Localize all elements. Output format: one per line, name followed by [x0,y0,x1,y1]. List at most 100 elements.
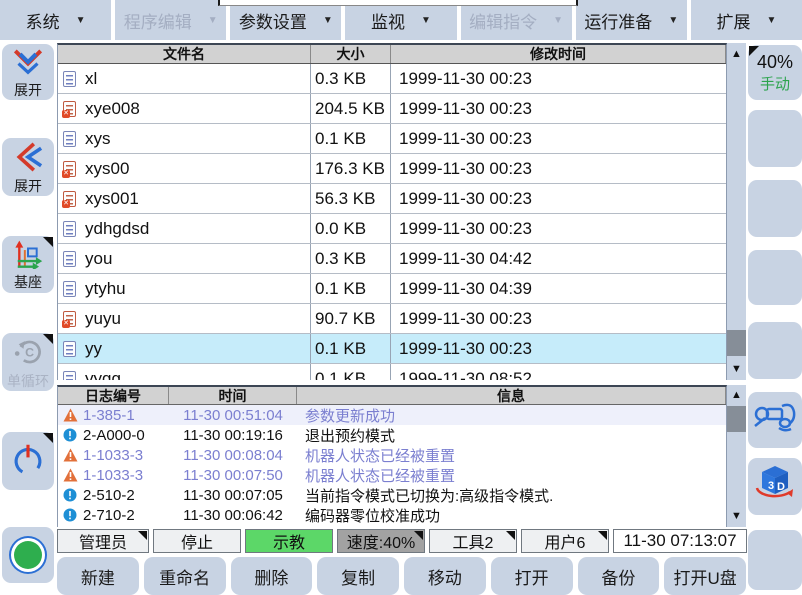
scroll-down-icon[interactable]: ▼ [727,510,746,522]
menu-item-label: 扩展 [716,8,750,33]
expand-down-button[interactable]: 展开 [2,44,54,100]
status-teach-mode[interactable]: 示教 [245,529,333,553]
status-tool-label: 工具2 [453,529,494,553]
file-scrollbar[interactable]: ▲ ▼ [727,43,746,380]
toolbar-button-复制[interactable]: 复制 [317,557,399,595]
corner-marker [598,531,607,540]
log-row[interactable]: 2-510-2 11-30 00:07:05 当前指令模式已切换为:高级指令模式… [58,485,726,505]
log-id: 2-510-2 [83,487,135,504]
toolbar-button-移动[interactable]: 移动 [404,557,486,595]
expand-left-button[interactable]: 展开 [2,138,54,196]
file-doc-icon: ✕ [63,251,76,267]
file-name: xye008 [85,99,140,119]
info-icon [63,428,78,442]
menu-item-参数设置[interactable]: 参数设置 ▼ [230,0,341,40]
toolbar-button-重命名[interactable]: 重命名 [144,557,226,595]
corner-marker [43,433,53,443]
scroll-up-icon[interactable]: ▲ [727,389,746,401]
menu-item-编辑指令[interactable]: 编辑指令 ▼ [461,0,572,40]
log-row[interactable]: 2-710-2 11-30 00:06:42 编码器零位校准成功 [58,505,726,525]
log-table: 日志编号 时间 信息 1-385-1 11-30 00: [57,385,727,527]
file-table-row[interactable]: ✕ xys 0.1 KB 1999-11-30 00:23 [58,124,726,154]
log-row[interactable]: 1-1033-3 11-30 00:07:50 机器人状态已经被重置 [58,465,726,485]
expand-left-label: 展开 [14,179,42,194]
file-name: ydhgdsd [85,219,149,239]
corner-marker [43,237,53,247]
file-table-body: ✕ xl 0.3 KB 1999-11-30 00:23 ✕ xye008 20… [58,64,726,380]
toolbar-button-备份[interactable]: 备份 [578,557,660,595]
menu-item-label: 监视 [371,8,405,33]
toolbar-button-打开[interactable]: 打开 [491,557,573,595]
log-time: 11-30 00:08:04 [169,447,297,464]
file-name: yygg [85,369,121,381]
file-name: ytyhu [85,279,126,299]
menu-item-label: 系统 [26,8,60,33]
file-size: 0.1 KB [311,274,391,303]
info-icon [63,508,78,522]
chevron-down-icon: ▼ [766,15,776,26]
log-time: 11-30 00:07:05 [169,487,297,504]
log-time: 11-30 00:06:05 [169,527,297,528]
status-tool[interactable]: 工具2 [429,529,517,553]
header-file-size: 大小 [311,45,391,63]
file-name: xys001 [85,189,139,209]
log-row[interactable]: 1-385-1 11-30 00:51:04 参数更新成功 [58,405,726,425]
base-frame-button[interactable]: 基座 [2,236,54,293]
log-scrollbar[interactable]: ▲ ▼ [727,385,746,527]
scroll-down-icon[interactable]: ▼ [727,363,746,375]
right-panel-button-5[interactable] [748,322,802,379]
scroll-up-icon[interactable]: ▲ [727,48,746,60]
file-table-row[interactable]: ✕ you 0.3 KB 1999-11-30 04:42 [58,244,726,274]
log-row[interactable]: 1-385-1 11-30 00:06:05 伺服没有上电，请先上电伺服 [58,525,726,527]
power-button[interactable] [2,432,54,490]
green-status-circle-icon [14,541,42,569]
warning-icon [63,408,78,422]
file-size: 0.1 KB [311,334,391,363]
menu-item-系统[interactable]: 系统 ▼ [0,0,111,40]
file-table-header: 文件名 大小 修改时间 [58,45,726,64]
status-speed[interactable]: 速度:40% [337,529,425,553]
file-table-row[interactable]: ✕ ydhgdsd 0.0 KB 1999-11-30 00:23 [58,214,726,244]
toolbar-button-打开U盘[interactable]: 打开U盘 [664,557,746,595]
single-cycle-icon: C [11,336,45,373]
status-run-state[interactable]: 停止 [153,529,241,553]
file-table-row[interactable]: ✕ xys00 176.3 KB 1999-11-30 00:23 [58,154,726,184]
file-doc-icon: ✕ [63,161,76,177]
log-time: 11-30 00:07:50 [169,467,297,484]
file-table-row[interactable]: ✕ xl 0.3 KB 1999-11-30 00:23 [58,64,726,94]
file-modified-time: 1999-11-30 08:52 [391,364,726,380]
log-message: 编码器零位校准成功 [297,505,726,526]
status-user-frame[interactable]: 用户6 [521,529,609,553]
menu-item-监视[interactable]: 监视 ▼ [345,0,456,40]
menu-item-程序编辑[interactable]: 程序编辑 ▼ [115,0,226,40]
speed-mode-button[interactable]: 40% 手动 [748,45,802,100]
menu-item-运行准备[interactable]: 运行准备 ▼ [576,0,687,40]
file-table-row[interactable]: ✕ ytyhu 0.1 KB 1999-11-30 04:39 [58,274,726,304]
file-table-row[interactable]: ✕ yuyu 90.7 KB 1999-11-30 00:23 [58,304,726,334]
hands-teach-button[interactable] [748,392,802,448]
log-message: 伺服没有上电，请先上电伺服 [297,525,726,528]
servo-status-indicator[interactable] [2,527,54,583]
right-panel-button-3[interactable] [748,180,802,237]
right-panel-button-8[interactable] [748,530,802,590]
scroll-thumb[interactable] [727,406,746,432]
toolbar-button-新建[interactable]: 新建 [57,557,139,595]
view-3d-button[interactable]: 3 D [748,458,802,515]
menu-item-扩展[interactable]: 扩展 ▼ [691,0,802,40]
file-size: 56.3 KB [311,184,391,213]
header-log-time: 时间 [169,387,297,404]
log-row[interactable]: 1-1033-3 11-30 00:08:04 机器人状态已经被重置 [58,445,726,465]
log-row[interactable]: 2-A000-0 11-30 00:19:16 退出预约模式 [58,425,726,445]
toolbar-button-删除[interactable]: 删除 [231,557,313,595]
file-table-row[interactable]: ✕ yy 0.1 KB 1999-11-30 00:23 [58,334,726,364]
file-table-row[interactable]: ✕ yygg 0.1 KB 1999-11-30 08:52 [58,364,726,380]
file-table-row[interactable]: ✕ xye008 204.5 KB 1999-11-30 00:23 [58,94,726,124]
right-panel-button-4[interactable] [748,250,802,305]
file-table-row[interactable]: ✕ xys001 56.3 KB 1999-11-30 00:23 [58,184,726,214]
right-panel-button-2[interactable] [748,110,802,167]
log-id: 1-1033-3 [83,467,143,484]
sidebar: 展开 展开 [0,42,56,595]
scroll-thumb[interactable] [727,330,746,356]
log-id: 1-385-1 [83,407,135,424]
status-user-role[interactable]: 管理员 [57,529,149,553]
